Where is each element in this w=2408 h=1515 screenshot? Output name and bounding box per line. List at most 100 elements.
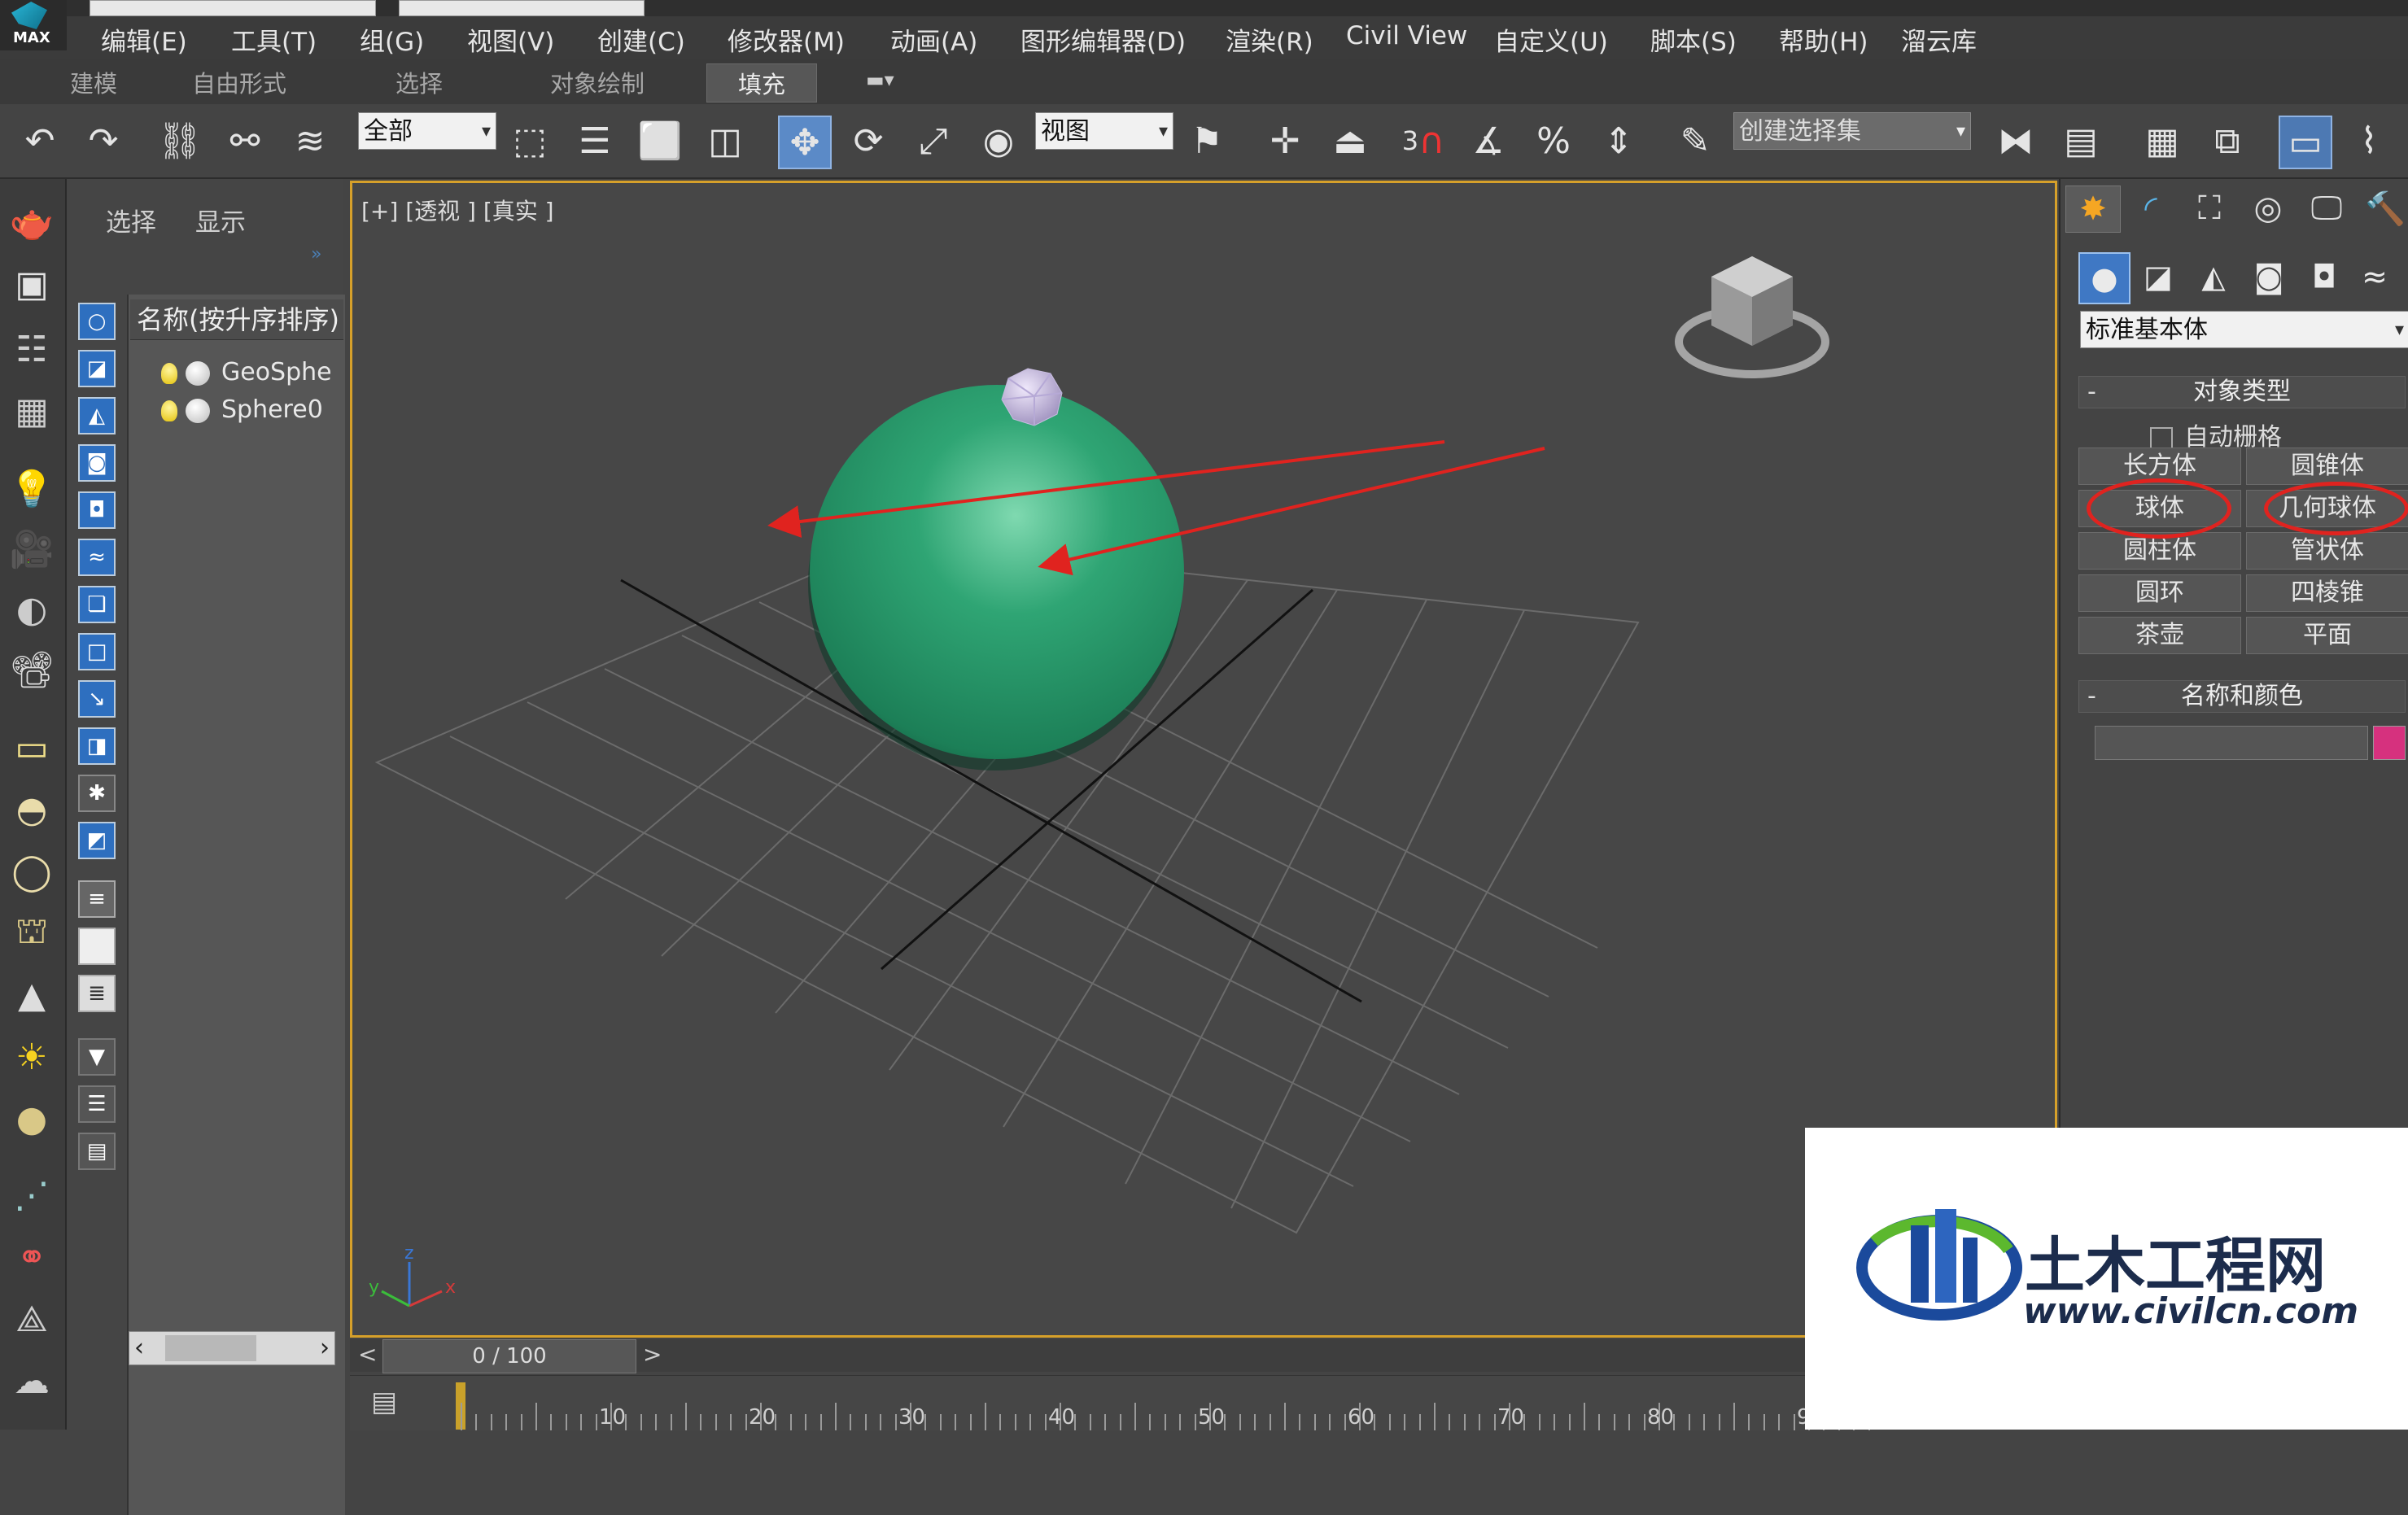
render-camera-icon[interactable]: 📽 (7, 646, 57, 693)
workspace-field[interactable] (399, 0, 645, 16)
rollout-collapse-icon[interactable]: - (2087, 681, 2096, 712)
viewcube[interactable] (1675, 256, 1829, 378)
undo-icon[interactable]: ↶ (15, 116, 65, 166)
scroll-thumb[interactable] (165, 1335, 256, 1361)
create-tab-icon[interactable]: ✸ (2065, 186, 2121, 233)
time-next-button[interactable]: > (643, 1341, 662, 1368)
spinner-snap-icon[interactable]: ⇕ (1593, 116, 1644, 166)
explorer-tab-display[interactable]: 显示 (195, 202, 246, 238)
filter-shapes-icon[interactable]: ◪ (78, 350, 116, 387)
list-icon[interactable]: ☷ (7, 325, 57, 373)
menu-create[interactable]: 创建(C) (597, 21, 685, 58)
axis-tripod-icon[interactable]: ⟁ (7, 1295, 57, 1343)
select-by-name-icon[interactable]: ☰ (570, 116, 620, 166)
filter-cameras-icon[interactable]: ◙ (78, 444, 116, 482)
menu-help[interactable]: 帮助(H) (1779, 21, 1868, 58)
layer-explorer-icon[interactable]: ⧉ (2202, 116, 2253, 166)
name-column-header[interactable]: 名称(按升序排序) (130, 299, 343, 340)
menu-civil-view[interactable]: Civil View (1346, 21, 1467, 50)
explorer-tab-select[interactable]: 选择 (106, 202, 156, 238)
app-logo[interactable]: MAX (0, 0, 67, 50)
time-slider[interactable]: 0 / 100 (382, 1339, 636, 1373)
molecule-icon[interactable]: ⚭ (7, 1233, 57, 1281)
move-icon[interactable]: ✥ (778, 116, 832, 169)
utilities-tab-icon[interactable]: 🔨 (2358, 186, 2408, 231)
selection-filter-combo[interactable]: 全部 ▾ (358, 112, 496, 150)
object-name-input[interactable] (2095, 726, 2368, 760)
teapot-icon[interactable]: 🫖 (7, 199, 57, 246)
cloud-icon[interactable]: ☁ (7, 1357, 57, 1404)
ribbon-options-icon[interactable]: ▬▾ (866, 68, 894, 91)
filter-spacewarps-icon[interactable]: ≈ (78, 539, 116, 576)
cone-icon[interactable]: ▲ (7, 971, 57, 1019)
object-type-rollout[interactable]: - 对象类型 (2078, 376, 2406, 408)
place-icon[interactable]: ◉ (973, 116, 1024, 166)
rollout-collapse-icon[interactable]: - (2087, 377, 2096, 408)
shapes-subtab-icon[interactable]: ◪ (2134, 252, 2183, 301)
menu-scripting[interactable]: 脚本(S) (1650, 21, 1737, 58)
redo-icon[interactable]: ↷ (78, 116, 129, 166)
sphere-object[interactable] (810, 385, 1184, 759)
menu-liuyunku[interactable]: 溜云库 (1901, 21, 1977, 58)
angle-snap-icon[interactable]: ∡ (1463, 116, 1514, 166)
menu-rendering[interactable]: 渲染(R) (1226, 21, 1313, 58)
hierarchy-tab-icon[interactable]: ⛶ (2183, 186, 2236, 231)
ribbon-toggle-icon[interactable]: ▭ (2279, 116, 2332, 169)
filter-bones-icon[interactable]: ↘ (78, 680, 116, 718)
time-prev-button[interactable]: < (358, 1341, 377, 1368)
half-sphere-icon[interactable]: ◐ (7, 586, 57, 633)
ribbon-tab-object-paint[interactable]: 对象绘制 (550, 65, 645, 99)
sphere-object-icon[interactable]: ◯ (7, 848, 57, 895)
cone-button[interactable]: 圆锥体 (2246, 448, 2408, 485)
edit-named-selection-icon[interactable]: ✎ (1670, 116, 1720, 166)
display-notes-icon[interactable]: ≣ (78, 975, 116, 1012)
pyramid-button[interactable]: 四棱锥 (2246, 574, 2408, 612)
bind-space-warp-icon[interactable]: ≋ (285, 116, 335, 166)
display-blank-icon[interactable] (78, 928, 116, 965)
mirror-icon[interactable]: ⧓ (1991, 116, 2041, 166)
track-bar[interactable]: ▤ 102030405060708090 (350, 1375, 1870, 1430)
unlink-icon[interactable]: ⚯ (220, 116, 270, 166)
helpers-subtab-icon[interactable]: ◘ (2300, 252, 2349, 301)
tree-item-geosphere[interactable]: GeoSphe (161, 355, 343, 391)
curve-editor-icon[interactable]: ⌇ (2344, 116, 2394, 166)
reference-coord-combo[interactable]: 视图 ▾ (1035, 112, 1173, 150)
link-icon[interactable]: ⛓ (155, 116, 205, 166)
torus-button[interactable]: 圆环 (2078, 574, 2241, 612)
light-bulb-icon[interactable] (161, 362, 177, 384)
percent-snap-icon[interactable]: % (1528, 116, 1579, 166)
viewport-label[interactable]: [+] [透视 ] [真实 ] (361, 194, 554, 226)
tree-item-sphere[interactable]: Sphere0 (161, 392, 343, 428)
camera-icon[interactable]: 🎥 (7, 526, 57, 573)
snap-toggle-icon[interactable]: 3 ∩ (1398, 116, 1449, 166)
display-list-icon[interactable]: ≡ (78, 880, 116, 918)
menu-modifiers[interactable]: 修改器(M) (728, 21, 845, 58)
rotate-icon[interactable]: ⟳ (843, 116, 894, 166)
filter-hidden-icon[interactable]: ◩ (78, 822, 116, 859)
filter-geometry-icon[interactable]: ○ (78, 303, 116, 340)
motion-tab-icon[interactable]: ◎ (2241, 186, 2295, 231)
filter-containers-icon[interactable]: ◨ (78, 727, 116, 765)
funnel-icon[interactable]: ▼ (78, 1038, 116, 1076)
scroll-right-icon[interactable]: › (320, 1332, 330, 1364)
scroll-left-icon[interactable]: ‹ (134, 1332, 144, 1364)
dome-icon[interactable]: ◓ (7, 786, 57, 833)
align-icon[interactable]: ▤ (2056, 116, 2106, 166)
plane-icon[interactable]: ▭ (7, 724, 57, 771)
lights-subtab-icon[interactable]: ◭ (2189, 252, 2238, 301)
cameras-subtab-icon[interactable]: ◙ (2244, 252, 2293, 301)
explorer-hscroll[interactable]: ‹ › (129, 1331, 335, 1365)
table-icon[interactable]: ▦ (7, 387, 57, 434)
light-bulb-icon[interactable] (161, 399, 177, 421)
light-bulb-icon[interactable]: 💡 (7, 465, 57, 513)
plane-button[interactable]: 平面 (2246, 617, 2408, 654)
filter-groups-icon[interactable]: ❏ (78, 586, 116, 623)
geometry-subtab-icon[interactable]: ● (2078, 252, 2130, 304)
menu-animation[interactable]: 动画(A) (890, 21, 977, 58)
menu-view[interactable]: 视图(V) (467, 21, 554, 58)
menu-group[interactable]: 组(G) (360, 21, 424, 58)
filter-frozen-icon[interactable]: ✱ (78, 775, 116, 812)
pivot-center-icon[interactable]: ⚑ (1182, 116, 1232, 166)
track-bar-toggle-icon[interactable]: ▤ (371, 1386, 404, 1418)
expand-arrows-icon[interactable]: » (311, 244, 321, 264)
